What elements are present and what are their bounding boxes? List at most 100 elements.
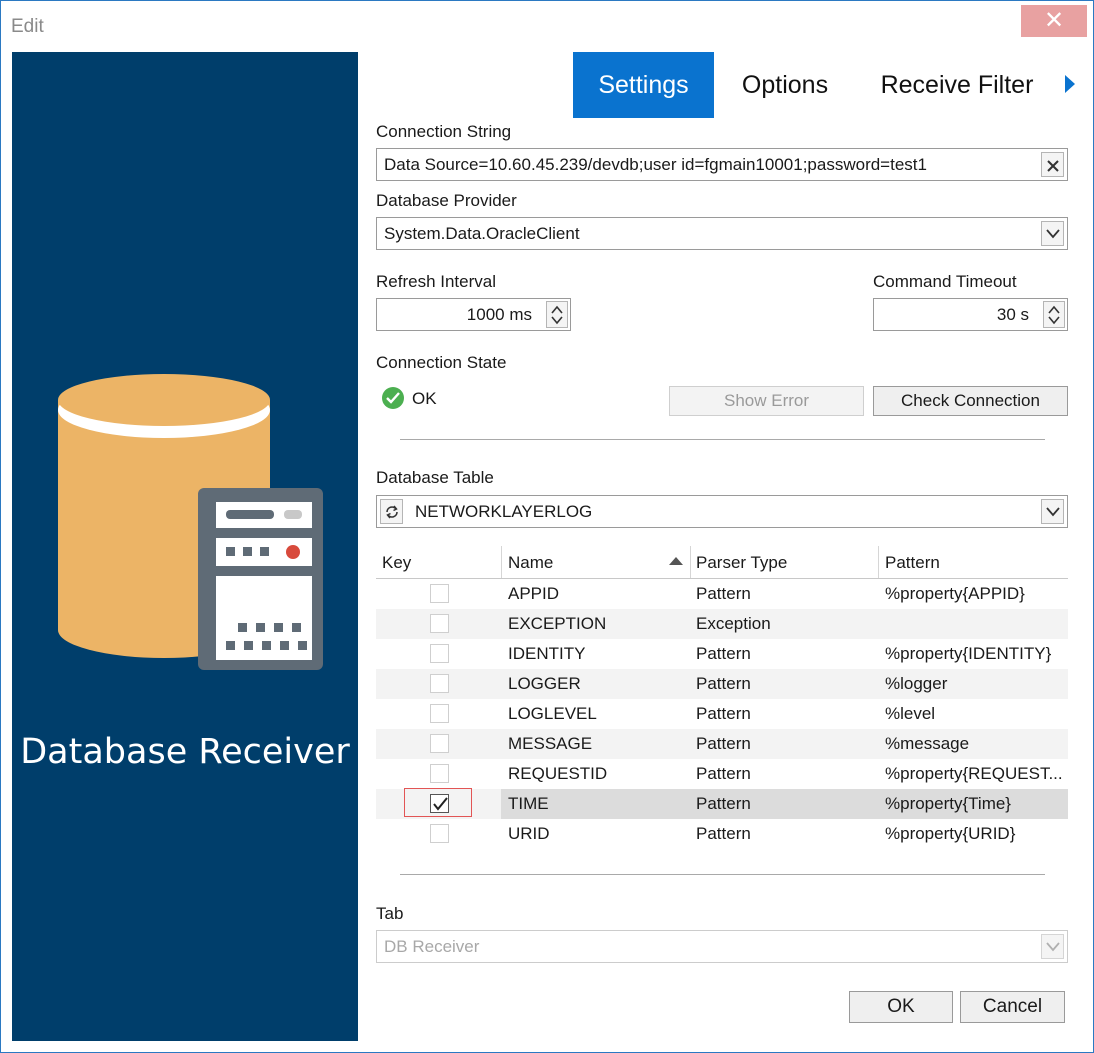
tab-receive-filter[interactable]: Receive Filter — [863, 52, 1051, 118]
cell-name: IDENTITY — [508, 644, 586, 663]
tab-dropdown-button[interactable] — [1041, 934, 1064, 959]
cell-name: REQUESTID — [508, 764, 608, 783]
cell-parser-type: Pattern — [696, 674, 751, 693]
cell-name: URID — [508, 824, 550, 843]
cell-parser-type: Pattern — [696, 764, 751, 783]
database-provider-select[interactable]: System.Data.OracleClient — [376, 217, 1068, 250]
connection-builder-button[interactable] — [1041, 152, 1064, 177]
spin-arrows-icon — [551, 305, 563, 325]
database-receiver-icon — [58, 374, 323, 670]
refresh-interval-spin-button[interactable] — [546, 301, 568, 328]
close-icon: ✕ — [1043, 7, 1065, 34]
chevron-down-icon — [1046, 229, 1060, 239]
show-error-button[interactable]: Show Error — [669, 386, 864, 416]
database-provider-value: System.Data.OracleClient — [384, 224, 580, 243]
column-header-key[interactable]: Key — [376, 544, 501, 579]
check-connection-button[interactable]: Check Connection — [873, 386, 1068, 416]
panel-title: Database Receiver — [20, 732, 350, 772]
refresh-interval-value: 1000 ms — [466, 305, 532, 324]
table-row[interactable]: LOGGER Pattern %logger — [376, 669, 1068, 699]
edit-dialog: Edit ✕ Database Receiver Settings Option… — [0, 0, 1094, 1053]
cell-pattern: %message — [885, 734, 970, 753]
check-circle-icon — [382, 387, 404, 409]
connection-string-input[interactable]: Data Source=10.60.45.239/devdb;user id=f… — [376, 148, 1068, 181]
database-table-select[interactable]: NETWORKLAYERLOG — [376, 495, 1068, 528]
section-divider — [400, 874, 1045, 875]
key-checkbox[interactable] — [430, 734, 449, 753]
cell-name: MESSAGE — [508, 734, 593, 753]
database-table-label: Database Table — [376, 468, 494, 487]
cell-name: LOGLEVEL — [508, 704, 597, 723]
cell-parser-type: Pattern — [696, 734, 751, 753]
table-row[interactable]: REQUESTID Pattern %property{REQUEST... — [376, 759, 1068, 789]
tab-settings[interactable]: Settings — [573, 52, 714, 118]
command-timeout-label: Command Timeout — [873, 272, 1017, 291]
cell-parser-type: Exception — [696, 614, 771, 633]
close-button[interactable]: ✕ — [1021, 5, 1087, 37]
chevron-down-icon — [1046, 507, 1060, 517]
sort-ascending-icon — [669, 557, 683, 565]
command-timeout-value: 30 s — [996, 305, 1029, 324]
cell-pattern: %property{APPID} — [885, 584, 1025, 603]
cell-parser-type: Pattern — [696, 824, 751, 843]
refresh-interval-stepper[interactable]: 1000 ms — [376, 298, 571, 331]
grid-header: Key Name Parser Type Pattern — [376, 544, 1068, 579]
cylinder-top — [58, 374, 270, 426]
table-row[interactable]: TIME Pattern %property{Time} — [376, 788, 1068, 819]
status-led — [286, 545, 300, 559]
cell-parser-type: Pattern — [696, 794, 751, 813]
key-checkbox[interactable] — [430, 674, 449, 693]
tab-options[interactable]: Options — [725, 52, 845, 118]
table-row[interactable]: LOGLEVEL Pattern %level — [376, 699, 1068, 729]
refresh-interval-label: Refresh Interval — [376, 272, 496, 291]
connection-string-value: Data Source=10.60.45.239/devdb;user id=f… — [384, 155, 927, 174]
key-checkbox[interactable] — [430, 704, 449, 723]
cell-pattern: %property{REQUEST... — [885, 764, 1063, 783]
refresh-tables-button[interactable] — [380, 499, 403, 524]
tab-scroll-right-icon[interactable] — [1065, 75, 1075, 93]
provider-dropdown-button[interactable] — [1041, 221, 1064, 246]
column-header-pattern[interactable]: Pattern — [879, 544, 1068, 579]
ok-button[interactable]: OK — [849, 991, 953, 1023]
chevron-down-icon — [1046, 942, 1060, 952]
table-row[interactable]: IDENTITY Pattern %property{IDENTITY} — [376, 639, 1068, 669]
title-bar: Edit ✕ — [1, 1, 1093, 47]
cell-parser-type: Pattern — [696, 644, 751, 663]
connection-status-text: OK — [412, 389, 437, 408]
cell-name: LOGGER — [508, 674, 581, 693]
cell-pattern: %logger — [885, 674, 948, 693]
key-checkbox[interactable] — [430, 614, 449, 633]
cell-name: EXCEPTION — [508, 614, 607, 633]
columns-grid: Key Name Parser Type Pattern APPID Patter… — [376, 544, 1068, 849]
command-timeout-spin-button[interactable] — [1043, 301, 1065, 328]
database-provider-label: Database Provider — [376, 191, 517, 210]
grid-body: APPID Pattern %property{APPID} EXCEPTION Exc… — [376, 579, 1068, 849]
annotation-highlight-box — [404, 788, 472, 817]
cell-parser-type: Pattern — [696, 584, 751, 603]
window-title: Edit — [11, 16, 44, 37]
cell-name: TIME — [508, 794, 549, 813]
database-table-value: NETWORKLAYERLOG — [415, 502, 593, 521]
table-row[interactable]: EXCEPTION Exception — [376, 609, 1068, 639]
key-checkbox[interactable] — [430, 644, 449, 663]
receiver-illustration-panel: Database Receiver — [12, 52, 358, 1041]
section-divider — [400, 439, 1045, 440]
table-row[interactable]: APPID Pattern %property{APPID} — [376, 579, 1068, 609]
connection-state-label: Connection State — [376, 353, 507, 372]
spin-arrows-icon — [1048, 305, 1060, 325]
tab-select[interactable]: DB Receiver — [376, 930, 1068, 963]
key-checkbox[interactable] — [430, 764, 449, 783]
table-row[interactable]: MESSAGE Pattern %message — [376, 729, 1068, 759]
column-header-name[interactable]: Name — [502, 544, 690, 579]
key-checkbox[interactable] — [430, 584, 449, 603]
key-checkbox[interactable] — [430, 824, 449, 843]
tab-value: DB Receiver — [384, 937, 480, 956]
column-header-parser-type[interactable]: Parser Type — [690, 544, 878, 579]
command-timeout-stepper[interactable]: 30 s — [873, 298, 1068, 331]
table-row[interactable]: URID Pattern %property{URID} — [376, 819, 1068, 849]
cancel-button[interactable]: Cancel — [960, 991, 1065, 1023]
cell-pattern: %property{Time} — [885, 794, 1011, 813]
table-dropdown-button[interactable] — [1041, 499, 1064, 524]
refresh-icon — [386, 505, 398, 519]
connection-string-label: Connection String — [376, 122, 512, 141]
